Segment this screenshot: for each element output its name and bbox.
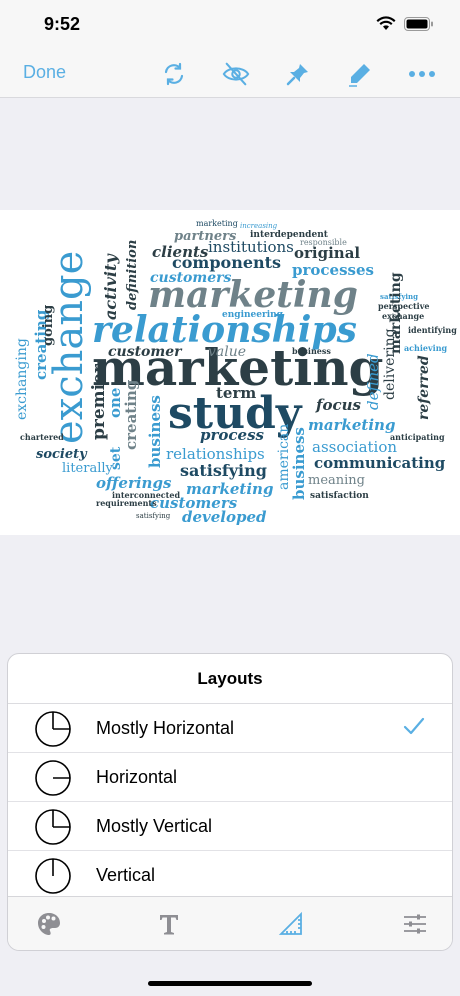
cloud-word: meaning	[308, 473, 365, 488]
layout-option-label: Mostly Vertical	[96, 816, 213, 836]
cloud-word: defined	[364, 353, 382, 410]
text-icon[interactable]	[154, 909, 184, 939]
cloud-word: requirements	[96, 498, 157, 508]
cloud-word: value	[208, 344, 246, 360]
layouts-sheet: Layouts Mostly Horizontal Horizontal Mos…	[7, 653, 453, 951]
pen-icon[interactable]	[346, 60, 374, 88]
cloud-word: literally	[62, 461, 114, 476]
cloud-word: focus	[315, 396, 361, 414]
cloud-word: responsible	[300, 238, 347, 247]
cloud-word: business	[292, 346, 331, 356]
cloud-word: customer	[108, 344, 183, 360]
bottom-tabbar	[8, 896, 452, 950]
cloud-word: engineering	[222, 310, 284, 320]
word-cloud-svg: marketingrelationshipsmarketingstudyexch…	[14, 219, 457, 526]
cloud-word: set	[108, 446, 124, 470]
cloud-word: processes	[292, 261, 374, 279]
cloud-word: society	[36, 447, 88, 462]
vertical-layout-icon	[35, 858, 71, 894]
cloud-word: exchange	[46, 251, 92, 444]
eye-slash-icon[interactable]	[222, 60, 250, 88]
layout-icon[interactable]	[276, 909, 306, 939]
cloud-word: achieving	[404, 343, 448, 353]
status-icons	[376, 16, 434, 31]
settings-icon[interactable]	[400, 909, 430, 939]
cloud-word: marketing	[388, 272, 404, 354]
word-cloud-image: marketing relationships marketing study exch…	[0, 210, 460, 535]
cloud-word: chartered	[20, 432, 64, 442]
layout-option-label: Horizontal	[96, 767, 178, 787]
battery-icon	[404, 16, 433, 31]
layout-option-mostly-vertical[interactable]: Mostly Vertical	[8, 802, 452, 851]
cloud-word: satisfying	[180, 461, 267, 480]
cloud-word: creating	[122, 379, 140, 450]
cloud-word: increasing	[240, 222, 278, 230]
cloud-word: satisfying	[136, 512, 171, 520]
done-button[interactable]: Done	[23, 62, 66, 83]
cloud-word: communicating	[314, 454, 446, 472]
mostly-horizontal-layout-icon	[35, 711, 71, 747]
cloud-word: term	[216, 384, 256, 402]
palette-icon[interactable]	[34, 909, 64, 939]
cloud-word: going	[41, 305, 56, 346]
pin-icon[interactable]	[284, 60, 312, 88]
horizontal-layout-icon	[35, 760, 71, 796]
cloud-word: definition	[125, 240, 140, 310]
cloud-word: clients	[152, 243, 209, 261]
cloud-word: activity	[101, 253, 120, 320]
cloud-word: anticipating	[390, 432, 445, 442]
more-icon[interactable]	[408, 60, 436, 88]
cloud-word: business	[290, 427, 308, 500]
layout-option-label: Mostly Horizontal	[96, 718, 235, 738]
layout-option-vertical[interactable]: Vertical	[8, 851, 452, 900]
status-bar: 9:52	[0, 0, 460, 50]
top-toolbar: Done	[0, 50, 460, 98]
cloud-word: partners	[174, 229, 237, 244]
layout-option-mostly-horizontal[interactable]: Mostly Horizontal	[8, 704, 452, 753]
checkmark-icon	[403, 717, 425, 735]
cloud-word: identifying	[408, 325, 457, 335]
refresh-icon[interactable]	[160, 60, 188, 88]
wifi-icon	[376, 16, 396, 30]
cloud-word: marketing	[196, 219, 238, 228]
cloud-word: exchanging	[14, 338, 30, 420]
cloud-word: marketing	[308, 416, 395, 434]
cloud-word: process	[200, 426, 265, 444]
cloud-word: business	[146, 395, 164, 468]
home-indicator	[148, 981, 312, 986]
sheet-title: Layouts	[8, 654, 452, 704]
cloud-word: developed	[182, 508, 267, 526]
status-time: 9:52	[44, 14, 81, 34]
cloud-word: satisfaction	[310, 491, 369, 501]
mostly-vertical-layout-icon	[35, 809, 71, 845]
cloud-word: referred	[416, 355, 432, 420]
cloud-word: customers	[150, 270, 231, 286]
layout-option-label: Vertical	[96, 865, 156, 885]
layout-option-horizontal[interactable]: Horizontal	[8, 753, 452, 802]
